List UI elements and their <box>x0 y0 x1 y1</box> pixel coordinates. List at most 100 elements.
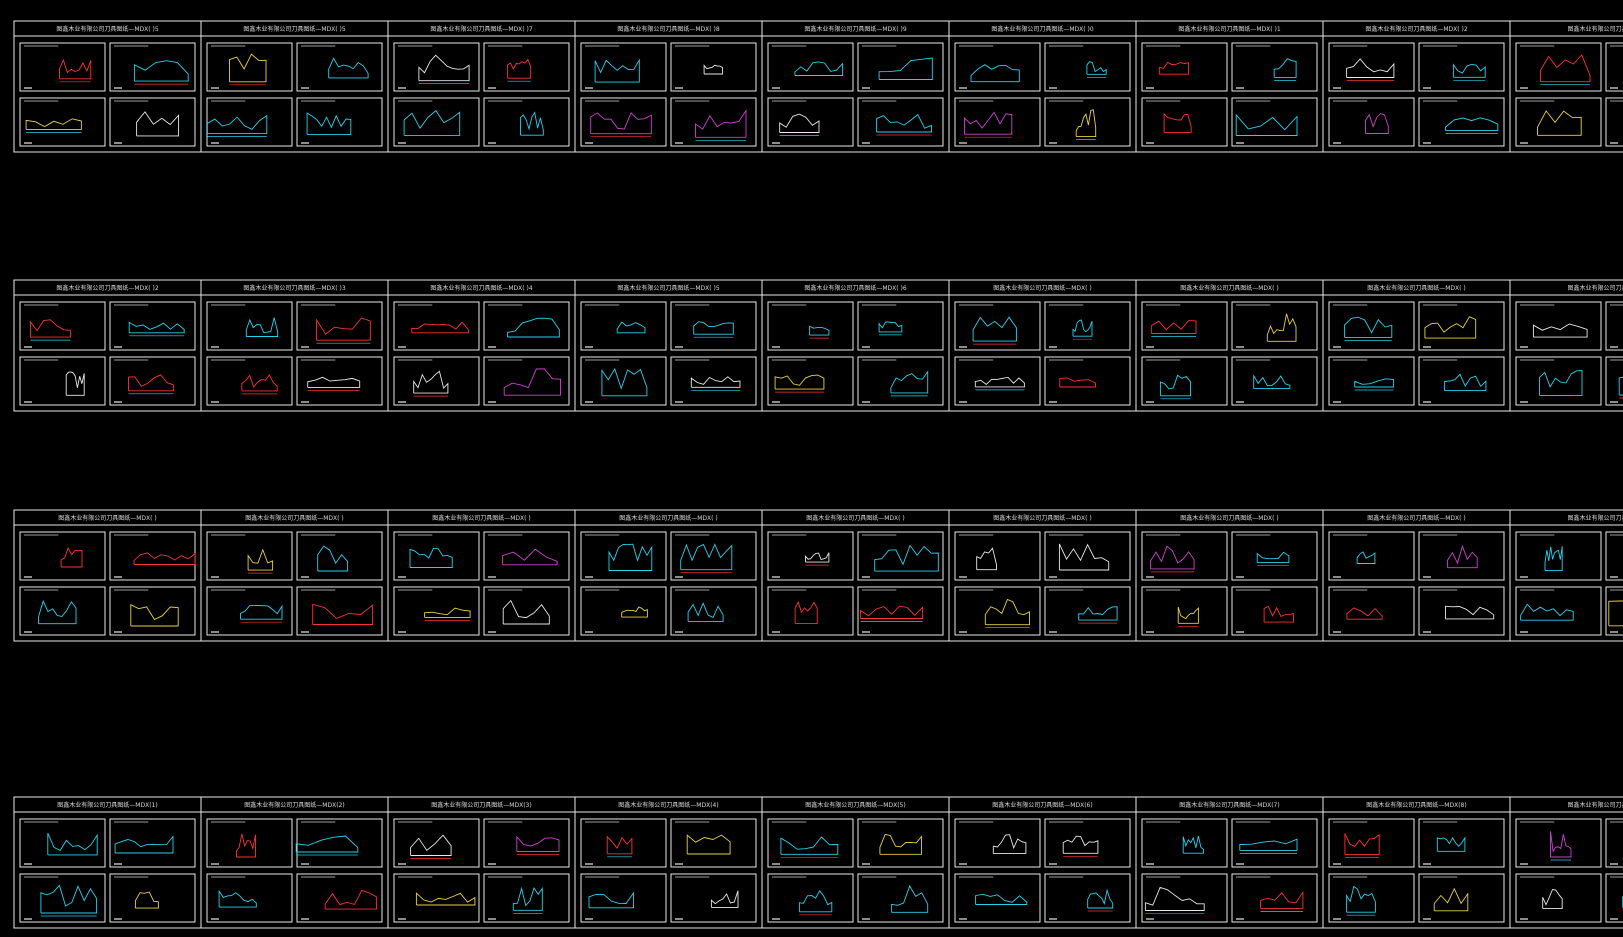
profile-outline <box>1532 323 1588 338</box>
profile-outline <box>128 374 174 392</box>
drawing-panel-border <box>1605 97 1623 147</box>
sheet-frame <box>1135 509 1324 642</box>
profile-outline <box>1260 890 1304 909</box>
profile-outline <box>1452 63 1486 78</box>
drawing-sheet[interactable]: 图鑫木业有限公司刀具图纸—MDX( ) <box>1135 509 1324 642</box>
drawing-panel-border <box>393 356 480 406</box>
profile-outline <box>860 605 924 619</box>
drawing-panel-border <box>1141 586 1228 636</box>
drawing-sheet[interactable]: 图鑫木业有限公司刀具图纸—MDX( )5 <box>574 279 763 412</box>
drawing-sheet[interactable]: 图鑫木业有限公司刀具图纸—MDX(5) <box>761 796 950 929</box>
drawing-sheet[interactable]: 图鑫木业有限公司刀具图纸—MDX( )7 <box>387 20 576 153</box>
drawing-sheet[interactable]: 图鑫木业有限公司刀具图纸—MDX( )2 <box>13 279 202 412</box>
profile-outline <box>413 370 449 394</box>
profile-outline <box>1433 887 1469 912</box>
drawing-sheet[interactable]: 图鑫木业有限公司刀具图纸—MDX( )9 <box>761 20 950 153</box>
drawing-sheet[interactable]: 图鑫木业有限公司刀具图纸—MDX(2) <box>200 796 389 929</box>
profile-outline <box>710 890 739 908</box>
drawing-sheet[interactable]: 图鑫木业有限公司刀具图纸—MDX( )2 <box>1322 20 1511 153</box>
profile-outline <box>133 60 189 82</box>
drawing-panel-border <box>1515 301 1602 351</box>
drawing-sheet[interactable]: 图鑫木业有限公司刀具图纸—MDX(3) <box>387 796 576 929</box>
drawing-sheet[interactable]: 图鑫木业有限公司刀具图纸—MDX(6) <box>948 796 1137 929</box>
drawing-panel-border <box>580 531 667 581</box>
profile-outline <box>1445 605 1495 620</box>
drawing-panel-border <box>954 42 1041 92</box>
profile-outline <box>974 376 1025 388</box>
drawing-sheet[interactable]: 图鑫木业有限公司刀具图纸—MDX( )1 <box>1135 20 1324 153</box>
drawing-sheet[interactable]: 图鑫木业有限公司刀具图纸—MDX(7) <box>1135 796 1324 929</box>
sheet-title: 图鑫木业有限公司刀具图纸—MDX( )5 <box>243 25 345 33</box>
drawing-sheet[interactable]: 图鑫木业有限公司刀具图纸—MDX( ) <box>948 279 1137 412</box>
drawing-panel-border <box>767 356 854 406</box>
drawing-sheet[interactable]: 图鑫木业有限公司刀具图纸 <box>1509 509 1623 642</box>
drawing-sheet[interactable]: 图鑫木业有限公司刀具图纸 <box>1509 279 1623 412</box>
profile-outline <box>507 317 560 338</box>
drawing-sheet[interactable]: 图鑫木业有限公司刀具图纸—MDX( ) <box>200 509 389 642</box>
drawing-sheet[interactable]: 图鑫木业有限公司刀具图纸—MDX( ) <box>1322 279 1511 412</box>
drawing-panel-border <box>1328 586 1415 636</box>
profile-outline <box>1273 58 1297 78</box>
sheet-title: 图鑫木业有限公司刀具图纸 <box>1567 284 1623 292</box>
sheet-frame <box>387 279 576 412</box>
profile-outline <box>130 603 179 627</box>
drawing-panel-border <box>109 586 196 636</box>
profile-outline <box>616 321 646 334</box>
profile-outline <box>794 601 818 624</box>
profile-outline <box>60 546 83 568</box>
profile-outline <box>779 113 820 133</box>
profile-outline <box>410 834 452 856</box>
profile-outline <box>774 374 825 390</box>
drawing-panel-border <box>483 356 570 406</box>
drawing-sheet[interactable]: 图鑫木业有限公司刀具图纸 <box>1509 20 1623 153</box>
profile-outline <box>409 547 453 568</box>
drawing-sheet[interactable]: 图鑫木业有限公司刀具图纸—MDX( )5 <box>13 20 202 153</box>
drawing-sheet[interactable]: 图鑫木业有限公司刀具图纸—MDX(8) <box>1322 796 1511 929</box>
profile-outline <box>1445 117 1499 132</box>
sheet-title: 图鑫木业有限公司刀具图纸—MDX(3) <box>431 801 531 809</box>
profile-outline <box>306 112 352 135</box>
drawing-sheet[interactable]: 图鑫木业有限公司刀具图纸—MDX( )5 <box>200 20 389 153</box>
sheet-frame <box>200 20 389 153</box>
drawing-sheet[interactable]: 图鑫木业有限公司刀具图纸—MDX( )3 <box>200 279 389 412</box>
drawing-panel-border <box>954 818 1041 868</box>
sheet-frame <box>761 279 950 412</box>
sheet-frame <box>1322 796 1511 929</box>
profile-outline <box>1062 835 1099 854</box>
drawing-panel-border <box>580 586 667 636</box>
drawing-sheet[interactable]: 图鑫木业有限公司刀具图纸—MDX( ) <box>13 509 202 642</box>
profile-outline <box>805 552 830 563</box>
cad-drawing-canvas[interactable]: 图鑫木业有限公司刀具图纸—MDX( )5 图鑫木业有限公司刀具图纸—MDX( )5… <box>0 0 1623 937</box>
drawing-sheet[interactable]: 图鑫木业有限公司刀具图纸—MDX( )6 <box>761 279 950 412</box>
sheet-title: 图鑫木业有限公司刀具图纸—MDX(5) <box>805 801 905 809</box>
drawing-sheet[interactable]: 图鑫木业有限公司刀具图纸—MDX(4) <box>574 796 763 929</box>
drawing-sheet[interactable]: 图鑫木业有限公司刀具图纸—MDX( )8 <box>574 20 763 153</box>
drawing-panel-border <box>393 97 480 147</box>
drawing-panel-border <box>767 586 854 636</box>
profile-outline <box>780 836 839 855</box>
drawing-sheet[interactable]: 图鑫木业有限公司刀具图纸—MDX( )0 <box>948 20 1137 153</box>
drawing-panel-border <box>109 356 196 406</box>
drawing-panel-border <box>1418 873 1505 923</box>
sheet-title: 图鑫木业有限公司刀具图纸—MDX( )5 <box>56 25 158 33</box>
drawing-sheet[interactable]: 图鑫木业有限公司刀具图纸—MDX( ) <box>387 509 576 642</box>
drawing-panel-border <box>483 818 570 868</box>
drawing-panel-border <box>954 301 1041 351</box>
drawing-sheet[interactable]: 图鑫木业有限公司刀具图纸—MDX( ) <box>574 509 763 642</box>
drawing-sheet[interactable]: 图鑫木业有限公司刀具图纸—MDX(1) <box>13 796 202 929</box>
drawing-sheet[interactable]: 图鑫木业有限公司刀具图纸—MDX( ) <box>761 509 950 642</box>
drawing-sheet[interactable]: 图鑫木业有限公司刀具图纸 <box>1509 796 1623 929</box>
drawing-sheet[interactable]: 图鑫木业有限公司刀具图纸—MDX( )4 <box>387 279 576 412</box>
drawing-sheet[interactable]: 图鑫木业有限公司刀具图纸—MDX( ) <box>1135 279 1324 412</box>
sheet-title: 图鑫木业有限公司刀具图纸—MDX( ) <box>58 514 157 522</box>
profile-outline <box>512 886 543 911</box>
sheet-frame <box>574 20 763 153</box>
drawing-sheet[interactable]: 图鑫木业有限公司刀具图纸—MDX( ) <box>948 509 1137 642</box>
profile-outline <box>229 53 267 83</box>
profile-outline <box>328 57 369 79</box>
drawing-sheet[interactable]: 图鑫木业有限公司刀具图纸—MDX( ) <box>1322 509 1511 642</box>
profile-outline <box>690 376 741 388</box>
profile-outline <box>794 61 844 76</box>
profile-outline <box>695 109 747 138</box>
drawing-panel-border <box>580 97 667 147</box>
